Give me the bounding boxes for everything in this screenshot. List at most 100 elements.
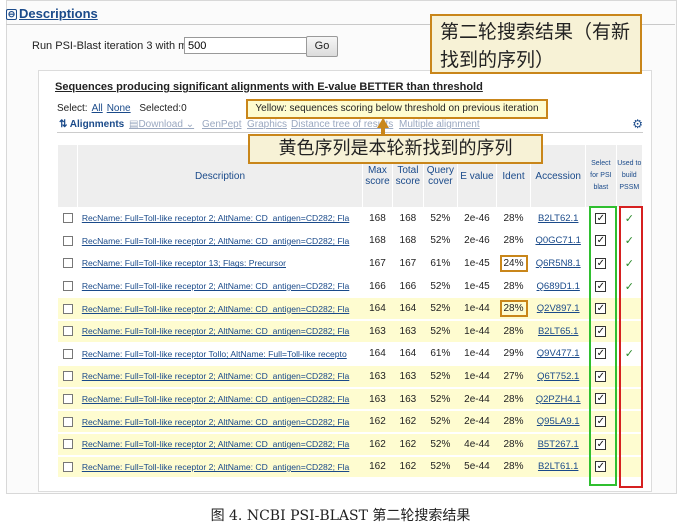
descriptions-title[interactable]: Descriptions xyxy=(19,6,98,21)
row-checkbox-cell[interactable] xyxy=(57,365,78,389)
ident: 28% xyxy=(496,432,531,457)
evalue: 2e-46 xyxy=(457,229,497,254)
accession-link[interactable]: Q6R5N8.1 xyxy=(530,252,586,276)
annotation-callout-mid: 黄色序列是本轮新找到的序列 xyxy=(248,134,543,164)
ident: 29% xyxy=(496,342,531,367)
description-link[interactable]: RecName: Full=Toll-like receptor 2; AltN… xyxy=(77,365,363,389)
row-checkbox[interactable] xyxy=(62,303,73,314)
query-cover: 52% xyxy=(423,455,458,480)
row-checkbox-cell[interactable] xyxy=(57,455,78,480)
run-label: Run PSI-Blast iteration 3 with max xyxy=(32,40,199,52)
ident: 28% xyxy=(496,319,531,344)
description-link[interactable]: RecName: Full=Toll-like receptor 2; AltN… xyxy=(77,455,363,480)
row-checkbox-cell[interactable] xyxy=(57,252,78,276)
evalue: 2e-44 xyxy=(457,387,497,412)
download-menu[interactable]: ▤Download ⌄ xyxy=(129,119,194,130)
row-checkbox[interactable] xyxy=(62,393,73,404)
row-checkbox[interactable] xyxy=(62,461,73,472)
ident: 28% xyxy=(496,207,531,231)
description-link[interactable]: RecName: Full=Toll-like receptor 13; Fla… xyxy=(77,252,363,276)
description-link[interactable]: RecName: Full=Toll-like receptor 2; AltN… xyxy=(77,229,363,254)
select-none-link[interactable]: None xyxy=(107,103,131,114)
ident: 28% xyxy=(496,229,531,254)
description-link[interactable]: RecName: Full=Toll-like receptor 2; AltN… xyxy=(77,274,363,299)
genpept-link[interactable]: GenPept xyxy=(202,119,241,130)
results-table: Description Max score Total score Query … xyxy=(56,144,644,480)
row-checkbox-cell[interactable] xyxy=(57,342,78,367)
max-score: 164 xyxy=(362,297,393,321)
ident: 28% xyxy=(496,410,531,434)
total-score: 163 xyxy=(392,365,424,389)
header-select-col xyxy=(56,144,79,208)
description-link[interactable]: RecName: Full=Toll-like receptor Tollo; … xyxy=(77,342,363,367)
row-checkbox[interactable] xyxy=(62,416,73,427)
description-link[interactable]: RecName: Full=Toll-like receptor 2; AltN… xyxy=(77,432,363,457)
row-checkbox[interactable] xyxy=(62,371,73,382)
collapse-icon[interactable]: ⊖ xyxy=(6,9,17,20)
total-score: 164 xyxy=(392,297,424,321)
accession-link[interactable]: Q95LA9.1 xyxy=(530,410,586,434)
evalue: 1e-45 xyxy=(457,274,497,299)
max-score: 162 xyxy=(362,455,393,480)
ident-value: 24% xyxy=(499,254,528,272)
accession-link[interactable]: Q2PZH4.1 xyxy=(530,387,586,412)
row-checkbox-cell[interactable] xyxy=(57,229,78,254)
table-row: RecName: Full=Toll-like receptor 2; AltN… xyxy=(57,274,643,299)
max-score: 162 xyxy=(362,410,393,434)
evalue: 2e-44 xyxy=(457,410,497,434)
alignments-menu[interactable]: ⇅ Alignments xyxy=(59,119,124,130)
max-score: 166 xyxy=(362,274,393,299)
accession-link[interactable]: B2LT61.1 xyxy=(530,455,586,480)
description-link[interactable]: RecName: Full=Toll-like receptor 2; AltN… xyxy=(77,410,363,434)
row-checkbox-cell[interactable] xyxy=(57,207,78,231)
row-checkbox[interactable] xyxy=(62,326,73,337)
multiple-alignment-link[interactable]: Multiple alignment xyxy=(399,119,480,130)
query-cover: 52% xyxy=(423,432,458,457)
query-cover: 52% xyxy=(423,274,458,299)
accession-link[interactable]: Q0GC71.1 xyxy=(530,229,586,254)
go-button[interactable]: Go xyxy=(306,36,338,57)
row-checkbox[interactable] xyxy=(62,213,73,224)
evalue: 1e-44 xyxy=(457,342,497,367)
row-checkbox[interactable] xyxy=(62,439,73,450)
table-row: RecName: Full=Toll-like receptor 2; AltN… xyxy=(57,207,643,231)
row-checkbox[interactable] xyxy=(62,258,73,269)
ident-value: 28% xyxy=(499,300,528,318)
descriptions-header[interactable]: ⊖ Descriptions xyxy=(6,6,98,21)
select-row: Select: All None Selected:0 xyxy=(57,103,187,114)
accession-link[interactable]: B2LT62.1 xyxy=(530,207,586,231)
select-all-link[interactable]: All xyxy=(92,103,103,114)
sort-icon: ⇅ xyxy=(59,119,70,130)
ident: 24% xyxy=(496,252,531,276)
row-checkbox[interactable] xyxy=(62,235,73,246)
total-score: 162 xyxy=(392,410,424,434)
row-checkbox-cell[interactable] xyxy=(57,297,78,321)
yellow-legend-note: Yellow: sequences scoring below threshol… xyxy=(246,99,548,119)
accession-link[interactable]: B5T267.1 xyxy=(530,432,586,457)
accession-link[interactable]: Q2V897.1 xyxy=(530,297,586,321)
accession-link[interactable]: Q689D1.1 xyxy=(530,274,586,299)
run-psiblast-row: Run PSI-Blast iteration 3 with max Go xyxy=(32,36,338,57)
description-link[interactable]: RecName: Full=Toll-like receptor 2; AltN… xyxy=(77,387,363,412)
description-link[interactable]: RecName: Full=Toll-like receptor 2; AltN… xyxy=(77,297,363,321)
row-checkbox[interactable] xyxy=(62,348,73,359)
description-link[interactable]: RecName: Full=Toll-like receptor 2; AltN… xyxy=(77,207,363,231)
total-score: 164 xyxy=(392,342,424,367)
accession-link[interactable]: Q6T752.1 xyxy=(530,365,586,389)
accession-link[interactable]: B2LT65.1 xyxy=(530,319,586,344)
row-checkbox-cell[interactable] xyxy=(57,274,78,299)
row-checkbox-cell[interactable] xyxy=(57,410,78,434)
ident-value: 28% xyxy=(503,393,524,405)
accession-link[interactable]: Q9V477.1 xyxy=(530,342,586,367)
row-checkbox-cell[interactable] xyxy=(57,387,78,412)
max-score: 163 xyxy=(362,387,393,412)
gear-icon[interactable]: ⚙ xyxy=(632,117,643,131)
description-link[interactable]: RecName: Full=Toll-like receptor 2; AltN… xyxy=(77,319,363,344)
row-checkbox-cell[interactable] xyxy=(57,319,78,344)
table-row: RecName: Full=Toll-like receptor 2; AltN… xyxy=(57,455,643,480)
max-score: 163 xyxy=(362,319,393,344)
row-checkbox-cell[interactable] xyxy=(57,432,78,457)
row-checkbox[interactable] xyxy=(62,280,73,291)
graphics-link[interactable]: Graphics xyxy=(247,119,287,130)
table-row: RecName: Full=Toll-like receptor 2; AltN… xyxy=(57,410,643,434)
